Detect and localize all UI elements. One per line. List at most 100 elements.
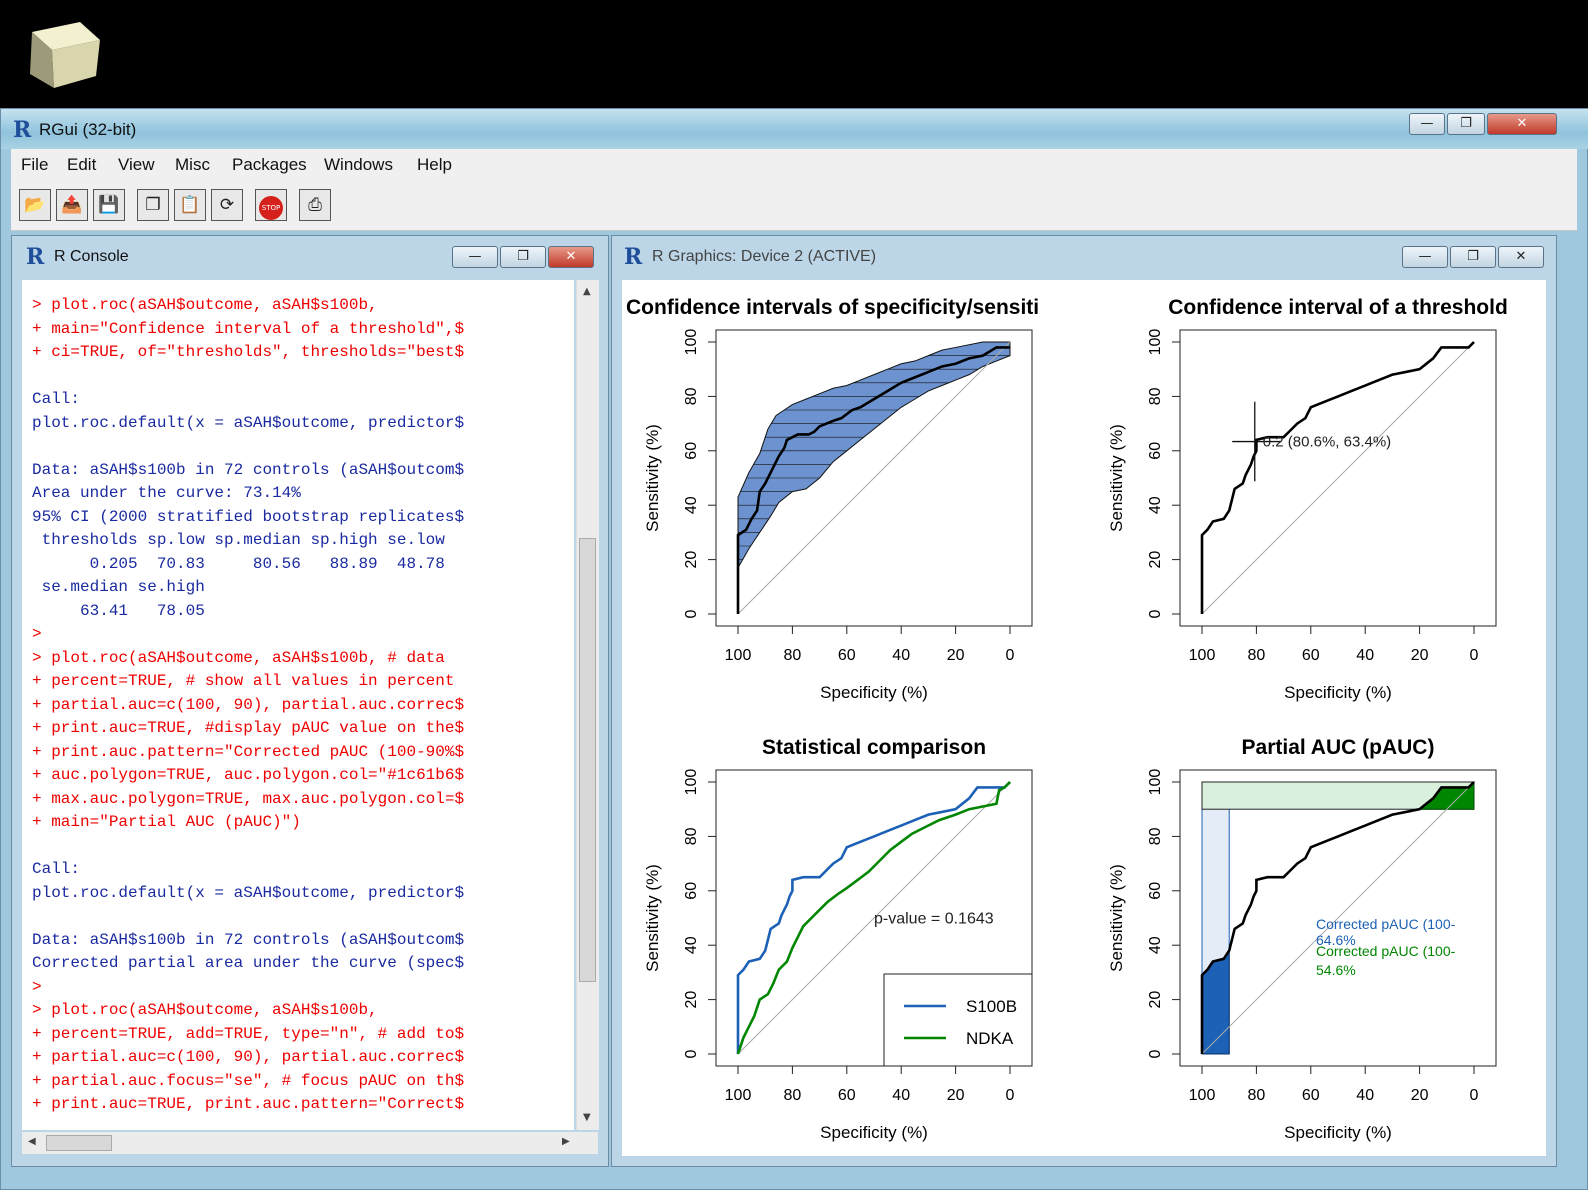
open-script-button[interactable]: 📂 <box>19 189 51 221</box>
console-hscroll-thumb[interactable] <box>46 1135 112 1151</box>
x-tick-label: 0 <box>1006 1087 1015 1104</box>
menu-help[interactable]: Help <box>417 155 452 175</box>
menu-bar: File Edit View Misc Packages Windows Hel… <box>11 149 1577 181</box>
maximize-icon: ❐ <box>1467 249 1479 264</box>
console-line: + partial.auc.focus="se", # focus pAUC o… <box>32 1071 465 1090</box>
console-maximize-button[interactable]: ❐ <box>500 246 546 268</box>
x-tick-label: 100 <box>725 1087 752 1104</box>
minimize-icon: — <box>1418 249 1432 264</box>
menu-windows[interactable]: Windows <box>324 155 393 175</box>
console-close-button[interactable]: ✕ <box>548 246 594 268</box>
console-line: thresholds sp.low sp.median sp.high se.l… <box>32 531 445 549</box>
stop-button[interactable]: STOP <box>255 189 287 221</box>
r-logo-icon: R <box>624 244 643 270</box>
y-tick-label: 40 <box>683 936 700 954</box>
graphics-window[interactable]: R R Graphics: Device 2 (ACTIVE) — ❐ ✕ Co… <box>611 235 1557 1167</box>
x-tick-label: 100 <box>1189 647 1216 664</box>
r-logo-icon: R <box>26 244 45 270</box>
console-minimize-button[interactable]: — <box>452 246 498 268</box>
maximize-icon: ❐ <box>1460 116 1472 131</box>
console-title: R Console <box>54 248 129 265</box>
console-line: 63.41 78.05 <box>32 601 205 620</box>
paste-icon: 📋 <box>179 195 201 215</box>
console-horizontal-scrollbar[interactable]: ◀ ▶ <box>22 1132 598 1154</box>
minimize-icon: — <box>1420 116 1434 131</box>
copy-paste-icon: ⟳ <box>219 195 235 215</box>
x-tick-label: 0 <box>1006 647 1015 664</box>
x-tick-label: 40 <box>892 1087 910 1104</box>
minimize-button[interactable]: — <box>1409 113 1445 135</box>
y-tick-label: 0 <box>683 609 700 618</box>
x-tick-label: 60 <box>1302 1087 1320 1104</box>
graphics-close-button[interactable]: ✕ <box>1498 246 1544 268</box>
console-line: Call: <box>32 390 81 408</box>
console-line: Area under the curve: 73.14% <box>32 484 301 502</box>
y-axis-label: Sensitivity (%) <box>1107 864 1126 972</box>
console-line: 0.205 70.83 80.56 88.89 48.78 <box>32 554 445 573</box>
maximize-button[interactable]: ❐ <box>1447 113 1485 135</box>
console-line: plot.roc.default(x = aSAH$outcome, predi… <box>32 883 465 902</box>
console-line: Data: aSAH$s100b in 72 controls (aSAH$ou… <box>32 460 465 479</box>
diagonal-line <box>1201 341 1475 615</box>
save-button[interactable]: 💾 <box>93 189 125 221</box>
scroll-right-arrow-icon[interactable]: ▶ <box>562 1136 570 1147</box>
console-window[interactable]: R R Console — ❐ ✕ > plot.roc(aSAH$outcom… <box>11 235 609 1167</box>
copy-button[interactable]: ❐ <box>137 189 169 221</box>
close-button[interactable]: ✕ <box>1487 113 1557 135</box>
y-tick-label: 100 <box>1147 329 1164 356</box>
menu-misc[interactable]: Misc <box>175 155 210 175</box>
x-tick-label: 20 <box>947 647 965 664</box>
x-tick-label: 80 <box>1248 647 1266 664</box>
graphics-maximize-button[interactable]: ❐ <box>1450 246 1496 268</box>
scroll-left-arrow-icon[interactable]: ◀ <box>28 1136 36 1147</box>
console-scroll-thumb[interactable] <box>579 538 596 982</box>
x-tick-label: 60 <box>838 1087 856 1104</box>
menu-packages[interactable]: Packages <box>232 155 307 175</box>
x-tick-label: 80 <box>784 647 802 664</box>
console-line: + ci=TRUE, of="thresholds", thresholds="… <box>32 343 465 361</box>
load-workspace-button[interactable]: 📤 <box>56 189 88 221</box>
x-tick-label: 20 <box>1411 1087 1429 1104</box>
y-tick-label: 20 <box>683 991 700 1009</box>
paste-button[interactable]: 📋 <box>174 189 206 221</box>
legend-box <box>883 973 1033 1067</box>
menu-edit[interactable]: Edit <box>67 155 96 175</box>
copy-icon: ❐ <box>145 195 161 215</box>
console-line: Data: aSAH$s100b in 72 controls (aSAH$ou… <box>32 930 465 949</box>
y-tick-label: 100 <box>683 329 700 356</box>
y-tick-label: 20 <box>683 551 700 569</box>
threshold-label: 0.2 (80.6%, 63.4%) <box>1263 434 1391 451</box>
y-tick-label: 60 <box>1147 882 1164 900</box>
print-button[interactable]: ⎙ <box>299 189 331 221</box>
console-output[interactable]: > plot.roc(aSAH$outcome, aSAH$s100b, + ma… <box>22 280 574 1130</box>
pauc-annotation: Corrected pAUC (100- <box>1316 916 1456 932</box>
x-axis-label: Specificity (%) <box>1284 683 1392 702</box>
menu-view[interactable]: View <box>118 155 155 175</box>
scroll-up-arrow-icon[interactable]: ▲ <box>583 286 591 297</box>
console-line: + partial.auc=c(100, 90), partial.auc.co… <box>32 695 465 714</box>
menu-file[interactable]: File <box>21 155 48 175</box>
close-icon: ✕ <box>1516 116 1528 131</box>
console-line: + percent=TRUE, add=TRUE, type="n", # ad… <box>32 1024 465 1043</box>
y-tick-label: 40 <box>1147 496 1164 514</box>
scroll-down-arrow-icon[interactable]: ▼ <box>583 1112 591 1123</box>
y-axis-label: Sensitivity (%) <box>1107 424 1126 532</box>
legend-label: NDKA <box>966 1029 1014 1048</box>
console-vertical-scrollbar[interactable]: ▲ ▼ <box>576 280 599 1130</box>
legend-label: S100B <box>966 997 1017 1016</box>
copy-paste-button[interactable]: ⟳ <box>211 189 243 221</box>
console-line: Corrected partial area under the curve (… <box>32 954 465 972</box>
r-logo-icon: R <box>13 117 32 143</box>
cube-icon[interactable] <box>24 14 104 90</box>
console-line: + max.auc.polygon=TRUE, max.auc.polygon.… <box>32 789 465 808</box>
graphics-minimize-button[interactable]: — <box>1402 246 1448 268</box>
graphics-title: R Graphics: Device 2 (ACTIVE) <box>652 248 877 265</box>
rgui-window: R RGui (32-bit) — ❐ ✕ File Edit View Mis… <box>0 108 1588 1190</box>
y-axis-label: Sensitivity (%) <box>643 424 662 532</box>
console-line: > <box>32 977 42 996</box>
window-titlebar: R RGui (32-bit) — ❐ ✕ <box>1 109 1588 149</box>
x-axis-label: Specificity (%) <box>820 683 928 702</box>
